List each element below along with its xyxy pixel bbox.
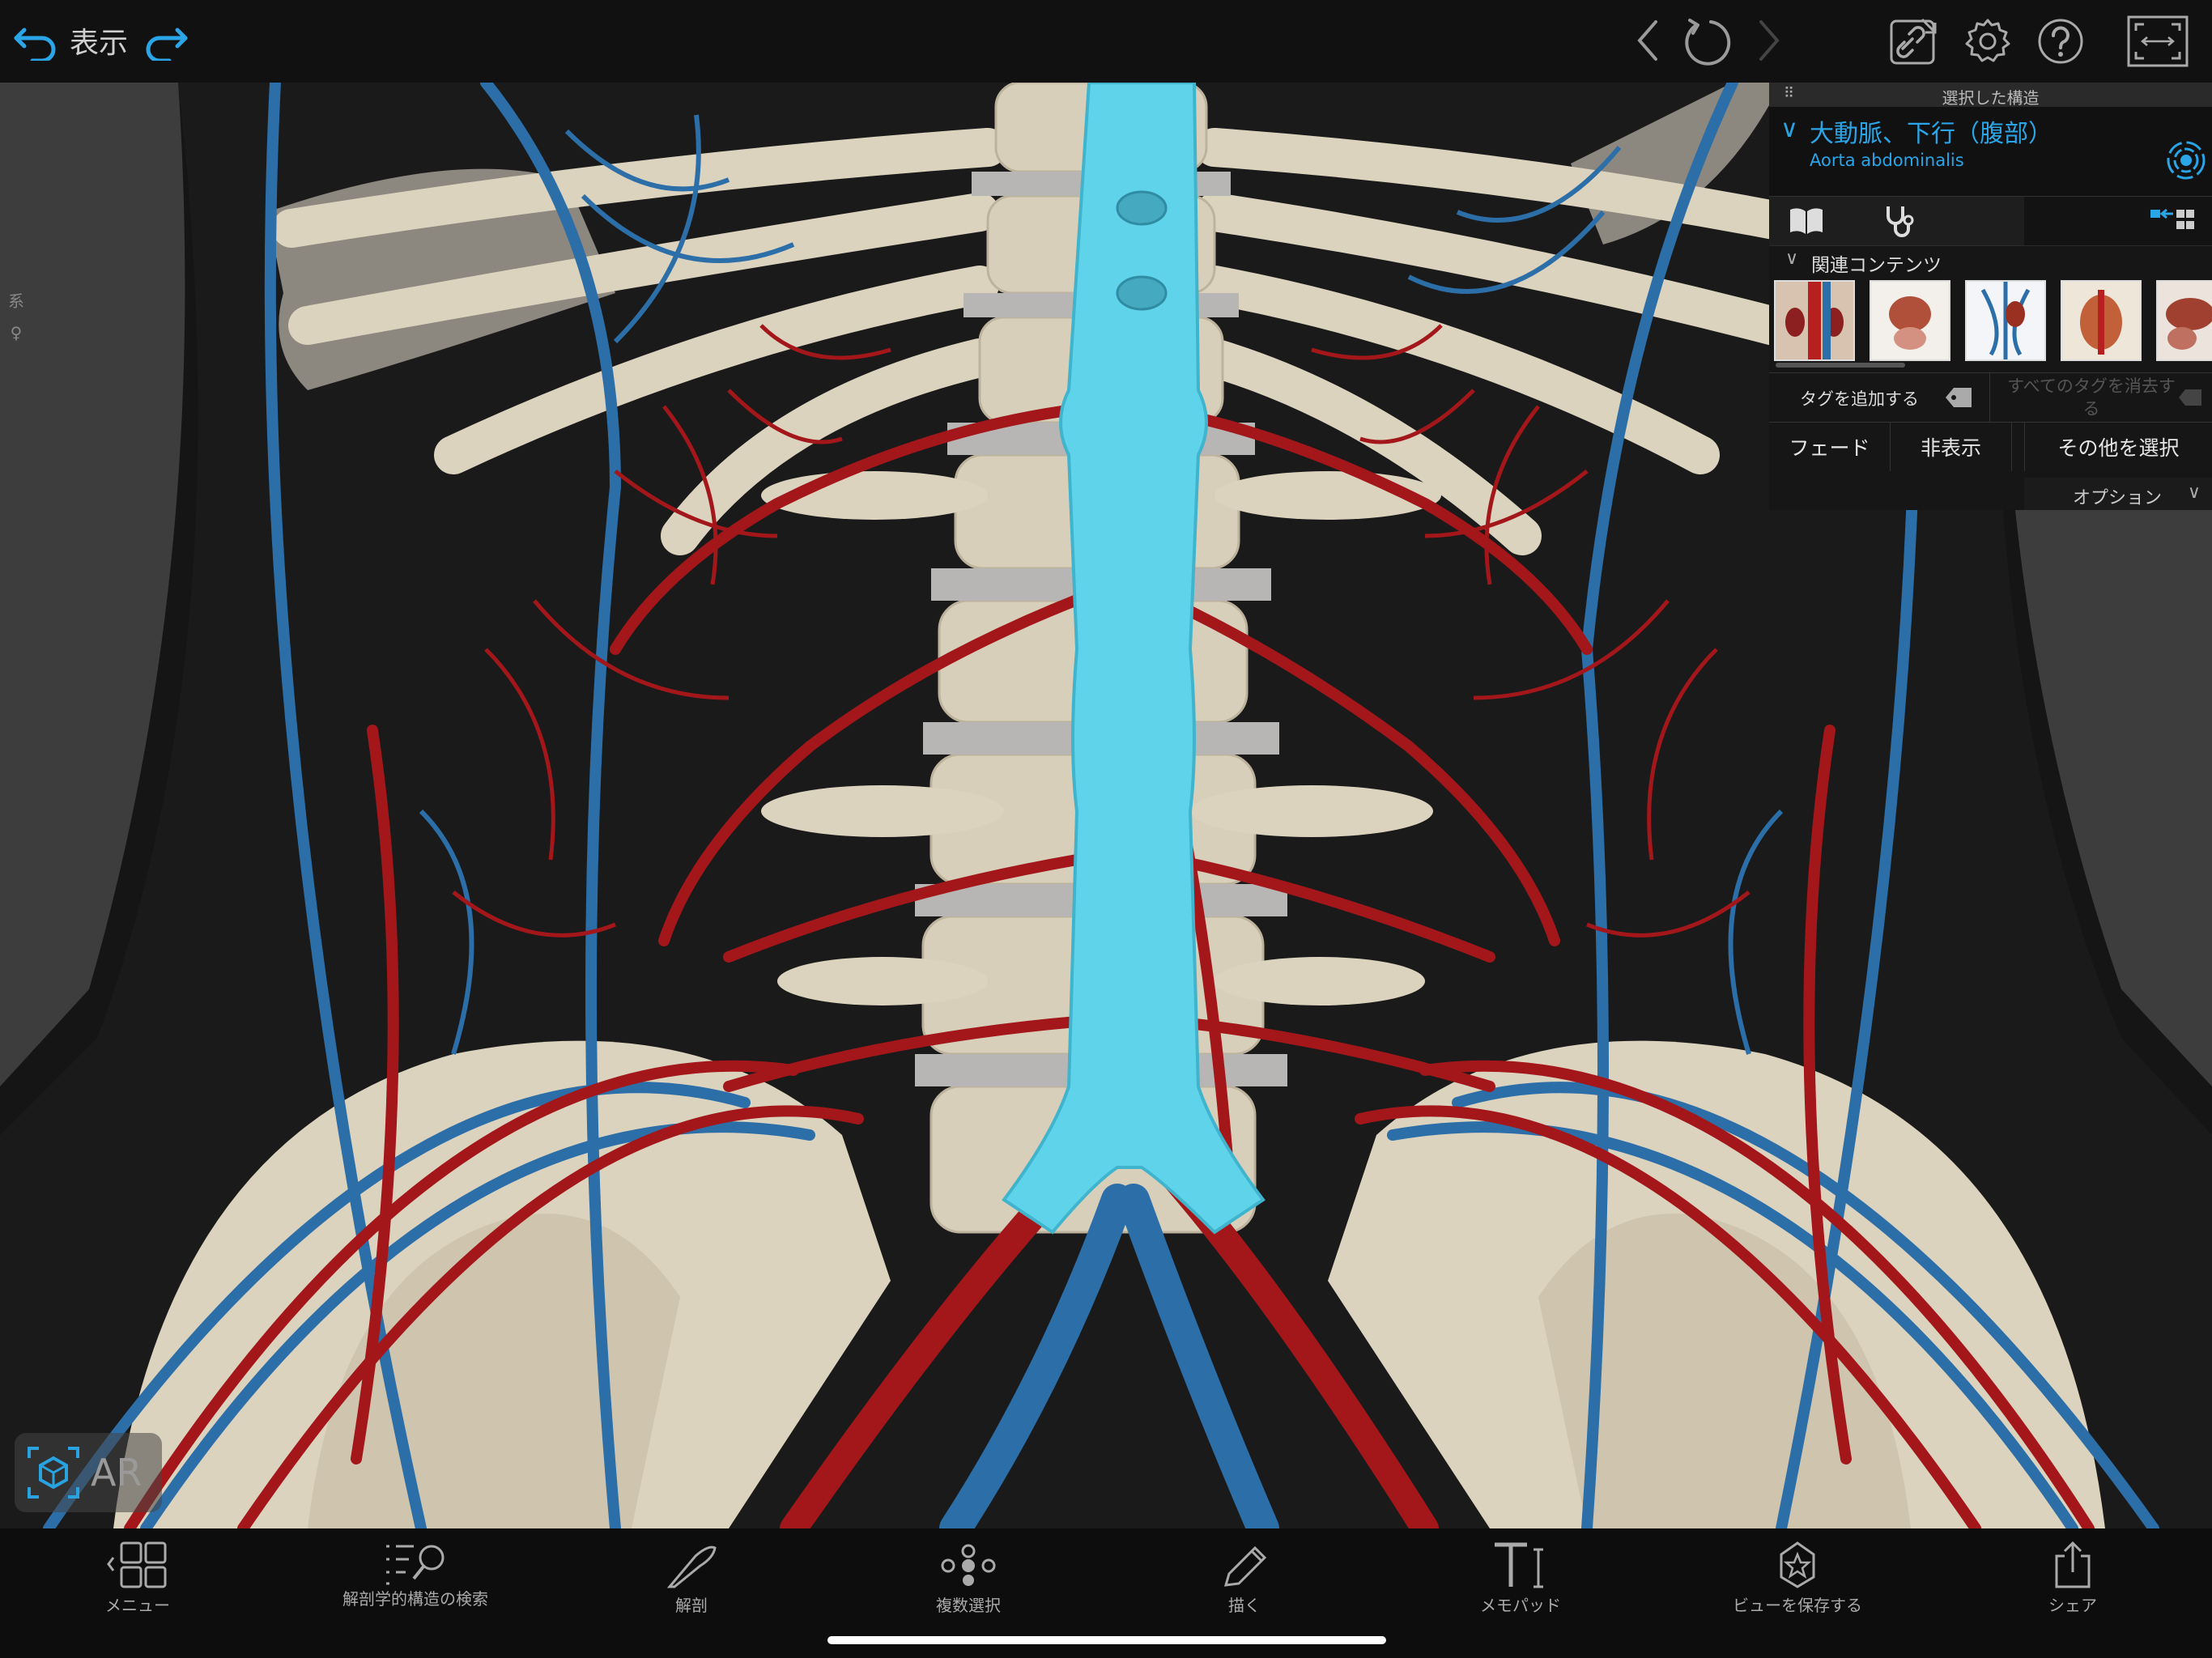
left-side-indicators: 系 ♀: [0, 277, 32, 536]
notepad-button[interactable]: メモパッド: [1423, 1528, 1618, 1634]
undo-view-button[interactable]: 表示: [11, 15, 128, 66]
thumbnail-image: [2158, 282, 2212, 359]
chevron-left-icon: [1637, 20, 1657, 61]
help-button[interactable]: [2034, 15, 2087, 68]
anatomy-search-label: 解剖学的構造の検索: [342, 1589, 488, 1609]
chevron-right-icon: [1759, 20, 1780, 61]
tag-icon: [1946, 388, 1972, 407]
reset-rotate-icon: [1685, 19, 1731, 66]
selected-structure-panel: ⠿ 選択した構造 ∨ 大動脈、下行（腹部） Aorta abdominalis: [1769, 83, 2212, 510]
pencil-icon: [1223, 1545, 1267, 1587]
view-label: 表示: [70, 27, 129, 60]
hide-button[interactable]: 非表示: [1891, 423, 2012, 471]
tag-actions: タグを追加する すべてのタグを消去する: [1769, 372, 2212, 422]
structure-info: ∨ 大動脈、下行（腹部） Aorta abdominalis: [1769, 107, 2212, 196]
dissect-button[interactable]: 解剖: [594, 1528, 789, 1634]
reset-view-button[interactable]: [1676, 11, 1738, 73]
related-content-header[interactable]: ∨ 関連コンテンツ: [1769, 245, 2212, 276]
stethoscope-icon: [1887, 206, 1914, 237]
thumbnail-image: [1967, 282, 2044, 359]
multi-select-label: 複数選択: [936, 1596, 1001, 1615]
menu-button[interactable]: メニュー: [40, 1528, 235, 1634]
help-icon: [2038, 19, 2083, 64]
save-view-label: ビューを保存する: [1733, 1596, 1862, 1615]
tab-related-content[interactable]: [2024, 197, 2212, 245]
erase-tag-icon: [2179, 389, 2201, 406]
related-thumbnail[interactable]: [1774, 280, 1855, 361]
structure-latin-name: Aorta abdominalis: [1810, 151, 1964, 170]
chevron-down-icon: ∨: [1785, 249, 1799, 269]
tab-atlas[interactable]: [1787, 203, 1826, 239]
link-icon: [1890, 18, 1937, 65]
chevron-down-icon: ∨: [2187, 483, 2201, 503]
related-thumbnail[interactable]: [2061, 280, 2142, 361]
add-tag-label: タグを追加する: [1800, 389, 1919, 409]
multi-select-icon: [941, 1544, 996, 1586]
settings-button[interactable]: [1961, 15, 2014, 68]
panel-tabs: [1769, 196, 2212, 245]
redo-icon: [146, 28, 188, 61]
system-indicator: 系: [8, 291, 24, 311]
add-tag-button[interactable]: タグを追加する: [1769, 373, 1988, 422]
share-label: シェア: [2048, 1596, 2097, 1615]
search-list-icon: [386, 1545, 445, 1585]
next-view-button[interactable]: [1745, 16, 1793, 65]
clear-all-tags-button[interactable]: すべてのタグを消去する: [1989, 373, 2212, 422]
text-icon: [1495, 1542, 1543, 1588]
ar-button[interactable]: AR: [15, 1433, 162, 1512]
thumbnail-image: [1776, 282, 1853, 359]
home-indicator[interactable]: [827, 1636, 1386, 1644]
locate-target-icon[interactable]: [2165, 139, 2207, 181]
related-content-label: 関連コンテンツ: [1811, 255, 1942, 276]
panel-title: 選択した構造: [1942, 88, 2040, 108]
thumbnail-image: [1871, 282, 1949, 359]
anatomy-search-button[interactable]: 解剖学的構造の検索: [318, 1528, 513, 1634]
panel-header[interactable]: ⠿ 選択した構造: [1769, 83, 2212, 108]
top-toolbar: 表示: [0, 0, 2212, 83]
notepad-label: メモパッド: [1480, 1596, 1561, 1615]
select-others-button[interactable]: その他を選択: [2024, 423, 2212, 471]
fade-button[interactable]: フェード: [1769, 423, 1891, 471]
options-toggle[interactable]: オプション ∨: [2024, 478, 2212, 510]
thumbnail-scrollbar[interactable]: [1776, 363, 1905, 368]
menu-grid-icon: [107, 1541, 167, 1588]
structure-name: 大動脈、下行（腹部）: [1810, 120, 2052, 148]
undo-icon: [14, 28, 56, 61]
sex-indicator: ♀: [10, 323, 23, 342]
dissect-label: 解剖: [675, 1596, 708, 1615]
draw-button[interactable]: 描く: [1147, 1528, 1342, 1634]
chevron-down-icon[interactable]: ∨: [1780, 115, 1798, 143]
related-thumbnails: [1769, 275, 2212, 372]
fullscreen-icon: [2127, 15, 2189, 67]
share-button[interactable]: シェア: [1976, 1528, 2170, 1634]
related-thumbnail[interactable]: [2156, 280, 2212, 361]
previous-view-button[interactable]: [1623, 16, 1672, 65]
share-icon: [2055, 1541, 2091, 1588]
save-view-button[interactable]: ビューを保存する: [1700, 1528, 1895, 1634]
link-button[interactable]: [1885, 15, 1942, 68]
tab-clinical[interactable]: [1878, 203, 1917, 239]
multi-select-button[interactable]: 複数選択: [871, 1528, 1066, 1634]
draw-label: 描く: [1228, 1596, 1261, 1615]
related-thumbnail[interactable]: [1965, 280, 2046, 361]
book-icon: [1790, 208, 1823, 234]
related-structures-icon: [2150, 208, 2194, 229]
scalpel-icon: [666, 1545, 717, 1588]
gear-icon: [1965, 19, 2010, 62]
clear-tags-label: すべてのタグを消去する: [2007, 376, 2176, 419]
menu-label: メニュー: [105, 1596, 170, 1615]
ar-cube-icon: [28, 1447, 79, 1499]
redo-button[interactable]: [138, 15, 194, 66]
star-icon: [1780, 1541, 1815, 1588]
fullscreen-button[interactable]: [2125, 13, 2191, 70]
selection-actions: フェード 非表示 その他を選択: [1769, 422, 2212, 471]
thumbnail-image: [2062, 282, 2140, 359]
ar-label: AR: [91, 1451, 143, 1494]
options-label: オプション: [2073, 488, 2163, 508]
related-thumbnail[interactable]: [1870, 280, 1950, 361]
